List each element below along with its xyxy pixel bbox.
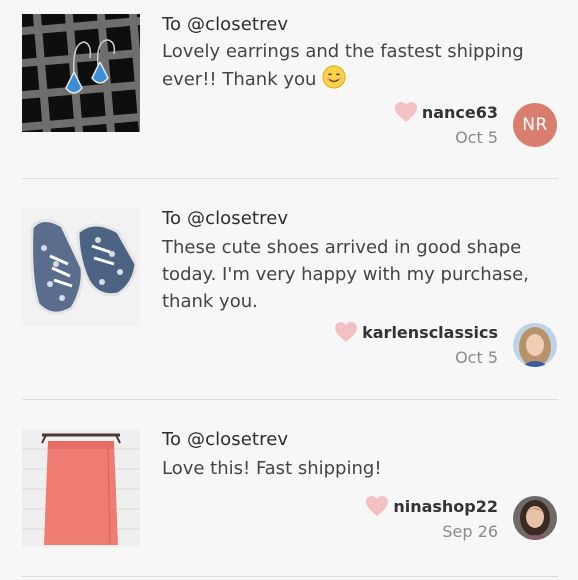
review-meta: ninashop22 Sep 26 <box>365 494 498 541</box>
review-username[interactable]: nance63 <box>422 103 498 122</box>
avatar[interactable] <box>513 496 557 540</box>
skirt-photo[interactable] <box>22 429 140 547</box>
earrings-photo[interactable] <box>22 14 140 132</box>
review-recipient[interactable]: To @closetrev <box>162 14 288 35</box>
review-username[interactable]: ninashop22 <box>393 497 498 516</box>
divider <box>22 178 558 179</box>
review-message: Love this! Fast shipping! <box>162 458 382 479</box>
review-date: Sep 26 <box>442 522 498 541</box>
review-meta: karlensclassics Oct 5 <box>334 320 498 367</box>
avatar[interactable]: NR <box>513 103 557 147</box>
divider <box>22 399 558 400</box>
review-date: Oct 5 <box>455 348 498 367</box>
sneakers-photo[interactable] <box>22 208 140 326</box>
reviews-feed: To @closetrev Lovely earrings and the fa… <box>0 0 578 580</box>
heart-icon[interactable] <box>365 495 389 517</box>
avatar[interactable] <box>513 323 557 367</box>
review-meta: nance63 Oct 5 <box>394 100 498 147</box>
review-message: Lovely earrings and the fastest shipping… <box>162 38 552 97</box>
review-date: Oct 5 <box>455 128 498 147</box>
heart-icon[interactable] <box>334 321 358 343</box>
review-recipient[interactable]: To @closetrev <box>162 429 288 450</box>
heart-icon[interactable] <box>394 101 418 123</box>
divider <box>22 576 558 577</box>
review-message: These cute shoes arrived in good shape t… <box>162 237 529 312</box>
review-username[interactable]: karlensclassics <box>362 323 498 342</box>
review-recipient[interactable]: To @closetrev <box>162 208 288 229</box>
smiling-face-icon <box>322 65 346 97</box>
